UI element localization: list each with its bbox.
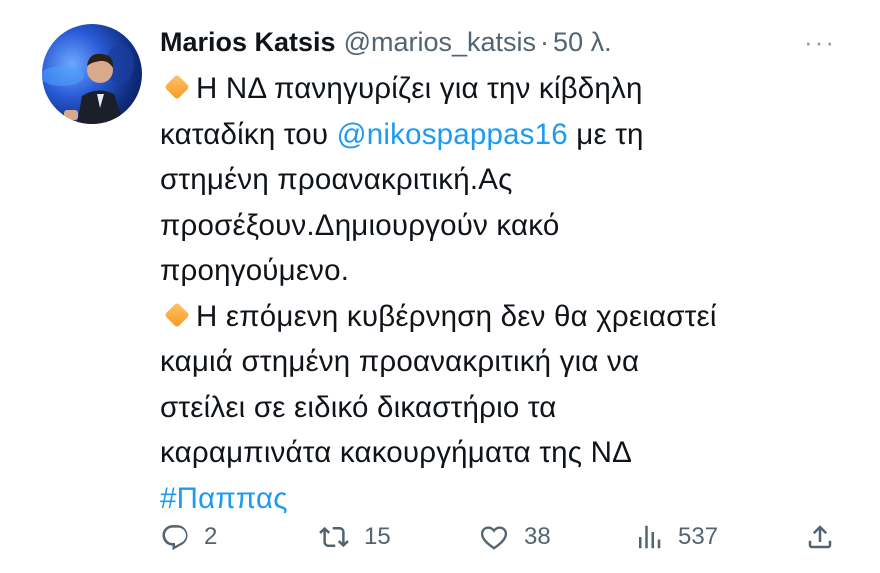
tweet-line: Η ΝΔ πανηγυρίζει για την κίβδηλη [160,66,850,112]
views-count: 537 [678,523,719,550]
separator-dot: · [540,26,550,57]
more-icon[interactable]: ··· [800,24,840,60]
tweet-line: Η επόμενη κυβέρνηση δεν θα χρειαστεί [160,294,850,340]
tweet-line-text: Η επόμενη κυβέρνηση δεν θα χρειαστεί [196,299,717,333]
tweet-line: καμιά στημένη προανακριτική για να [160,345,640,378]
retweet-button[interactable]: 15 [318,522,391,552]
author-handle[interactable]: @marios_katsis [344,27,536,58]
share-button[interactable] [805,522,835,552]
tweet-line: στημένη προανακριτική.Ας [160,163,513,196]
author-name[interactable]: Marios Katsis [160,27,336,58]
tweet-header: Marios Katsis @marios_katsis · 50 λ. [160,22,840,62]
tweet-line-text: Η ΝΔ πανηγυρίζει για την κίβδηλη [196,72,643,105]
tweet-line: προηγούμενο. [160,254,350,287]
tweet-text: Η ΝΔ πανηγυρίζει για την κίβδηλη καταδίκ… [160,66,850,521]
views-icon [639,525,661,549]
tweet-timestamp[interactable]: 50 λ. [553,27,612,58]
hashtag-link[interactable]: #Παππας [160,482,288,515]
tweet-line: στείλει σε ειδικό δικαστήριο τα [160,390,557,424]
mention-link[interactable]: @nikospappas16 [337,118,568,151]
avatar-image [42,44,134,124]
heart-icon [480,526,508,550]
retweet-icon [319,526,349,548]
like-button[interactable]: 38 [478,522,551,552]
like-count: 38 [524,523,551,550]
tweet-line-text: με τη [567,117,644,151]
reply-count: 2 [204,523,218,550]
tweet-line: προσέξουν.Δημιουργούν κακό [160,208,560,242]
reply-button[interactable]: 2 [160,522,217,552]
share-icon [808,525,832,549]
orange-diamond-icon [164,301,190,328]
reply-icon [162,525,188,551]
tweet-actions: 2 15 38 537 [160,512,850,562]
tweet-line: καταδίκη του @nikospappas16 με τη [160,112,850,158]
tweet-line-text: καταδίκη του [160,117,337,151]
tweet-line: καραμπινάτα κακουργήματα της ΝΔ [160,436,633,469]
views-button[interactable]: 537 [634,522,718,552]
avatar[interactable] [42,24,142,124]
orange-diamond-icon [164,74,190,100]
retweet-count: 15 [364,523,391,550]
